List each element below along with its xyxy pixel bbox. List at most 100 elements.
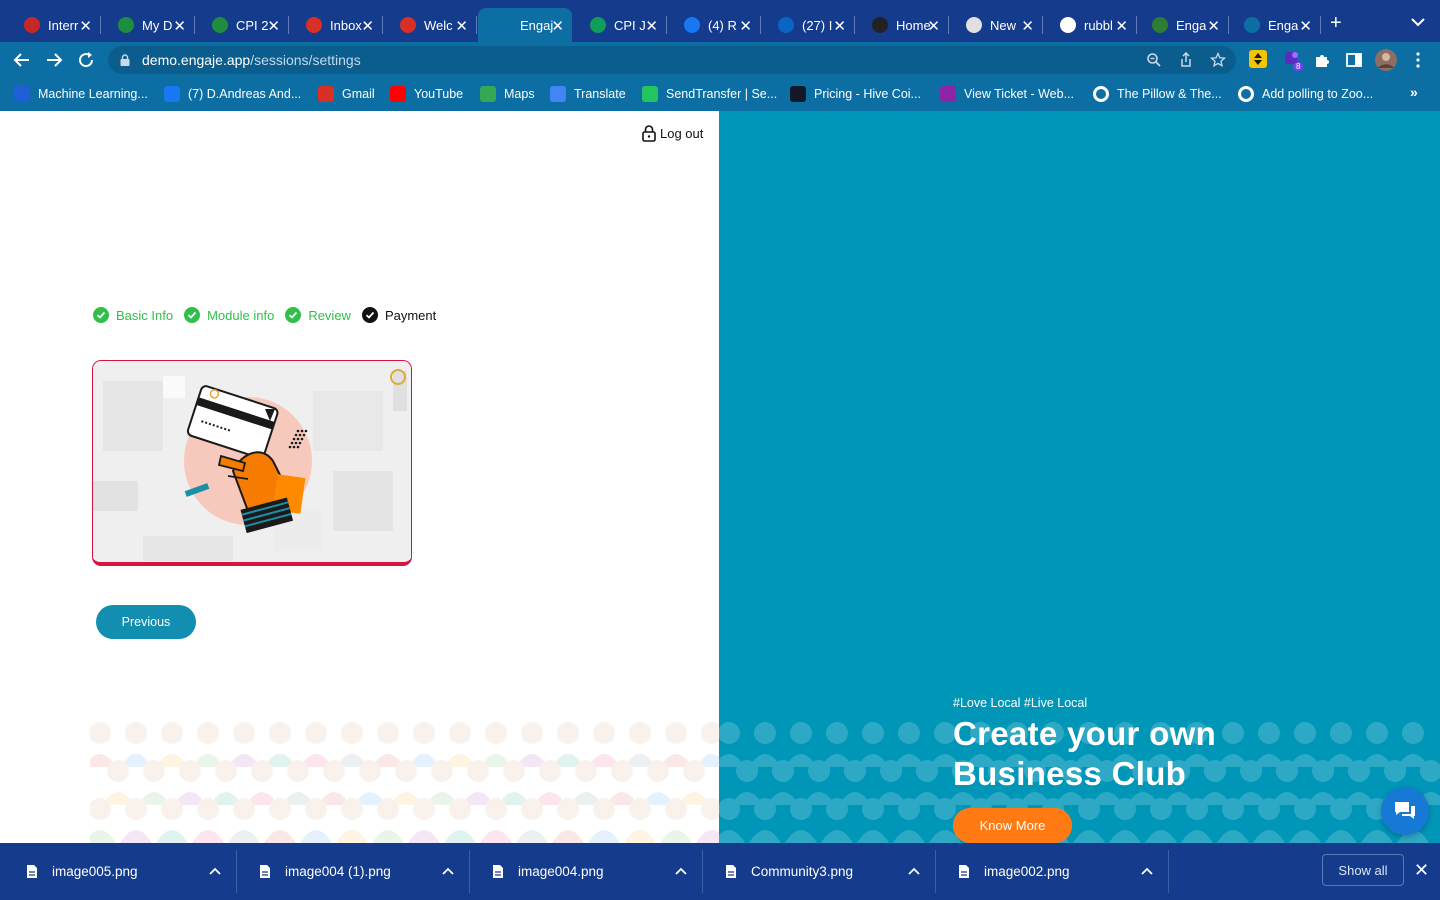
extension-badge[interactable]: 8	[1283, 50, 1304, 72]
browser-tab[interactable]: New ✕	[948, 8, 1043, 42]
side-panel-icon[interactable]	[1345, 51, 1363, 69]
tab-title: Welc	[424, 17, 453, 33]
tab-separator	[476, 16, 477, 34]
browser-tab[interactable]: Enga ✕	[1226, 8, 1321, 42]
reload-button[interactable]	[74, 48, 98, 72]
close-tab-icon[interactable]: ✕	[833, 17, 846, 35]
crowd-figure-head	[1240, 760, 1262, 782]
share-icon[interactable]	[1178, 52, 1194, 68]
close-tab-icon[interactable]: ✕	[173, 17, 186, 35]
crowd-figure-body	[749, 830, 781, 843]
close-tab-icon[interactable]: ✕	[1021, 17, 1034, 35]
download-item[interactable]: image004 (1).png	[237, 850, 470, 893]
bookmark-item[interactable]: Maps	[480, 85, 535, 103]
browser-menu-icon[interactable]	[1410, 51, 1426, 69]
crowd-figure-body	[785, 830, 817, 843]
crowd-figure-head	[862, 722, 884, 744]
bookmark-item[interactable]: Translate	[550, 85, 626, 103]
previous-button[interactable]: Previous	[96, 605, 196, 639]
gauge-icon	[24, 17, 40, 33]
download-item[interactable]: image004.png	[470, 850, 703, 893]
close-tab-icon[interactable]: ✕	[1115, 17, 1128, 35]
bookmark-label: Gmail	[342, 87, 375, 101]
web-page: Log out Basic Info Module info Review Pa…	[0, 111, 1440, 843]
chevron-up-icon[interactable]	[908, 863, 920, 879]
close-tab-icon[interactable]: ✕	[927, 17, 940, 35]
browser-tab[interactable]: rubbl ✕	[1042, 8, 1137, 42]
close-tab-icon[interactable]: ✕	[645, 17, 658, 35]
bookmark-item[interactable]: The Pillow & The...	[1093, 85, 1222, 103]
bookmark-item[interactable]: YouTube	[390, 85, 463, 103]
bookmark-label: YouTube	[414, 87, 464, 101]
download-item[interactable]: Community3.png	[703, 850, 936, 893]
crowd-figure-head	[341, 722, 363, 744]
chevron-up-icon[interactable]	[442, 863, 454, 879]
close-tab-icon[interactable]: ✕	[361, 17, 374, 35]
close-tab-icon[interactable]: ✕	[267, 17, 280, 35]
browser-tab[interactable]: Home ✕	[854, 8, 949, 42]
browser-tab[interactable]: CPI J ✕	[572, 8, 667, 42]
browser-tab[interactable]: CPI 2 ✕	[194, 8, 289, 42]
tab-search-chevron-icon[interactable]	[1410, 15, 1426, 29]
crowd-figure-head	[1258, 722, 1280, 744]
step-payment[interactable]: Payment	[361, 307, 436, 323]
bookmark-item[interactable]: Add polling to Zoo...	[1238, 85, 1373, 103]
crowd-figure-head	[575, 760, 597, 782]
new-tab-button[interactable]: +	[1330, 12, 1342, 35]
bookmark-item[interactable]: SendTransfer | Se...	[642, 85, 777, 103]
close-tab-icon[interactable]: ✕	[551, 17, 564, 35]
gmail-icon	[306, 17, 322, 33]
bookmark-label: Add polling to Zoo...	[1262, 87, 1374, 101]
chevron-up-icon[interactable]	[1141, 863, 1153, 879]
extension-honey-icon[interactable]	[1249, 50, 1267, 68]
address-bar[interactable]: demo.engaje.app/sessions/settings	[108, 46, 1236, 74]
bookmark-item[interactable]: Machine Learning...	[14, 85, 148, 103]
back-button[interactable]	[10, 48, 34, 72]
bookmarks-overflow-chevron-icon[interactable]: »	[1410, 84, 1418, 100]
browser-tab[interactable]: Interr ✕	[6, 8, 101, 42]
browser-tab[interactable]: Inbox ✕	[288, 8, 383, 42]
step-basic-info[interactable]: Basic Info	[93, 307, 173, 323]
forward-button[interactable]	[42, 48, 66, 72]
profile-avatar-icon[interactable]	[1375, 49, 1397, 71]
bookmark-star-icon[interactable]	[1210, 52, 1226, 68]
step-review[interactable]: Review	[285, 307, 351, 323]
crowd-figure-head	[665, 798, 687, 820]
crowd-figure-head	[557, 798, 579, 820]
download-item[interactable]: image002.png	[936, 850, 1169, 893]
step-label: Module info	[207, 307, 275, 323]
download-item[interactable]: image005.png	[4, 850, 237, 893]
bookmark-item[interactable]: (7) D.Andreas And...	[164, 85, 301, 103]
step-module-info[interactable]: Module info	[184, 307, 274, 323]
extensions-puzzle-icon[interactable]	[1313, 51, 1331, 69]
close-tab-icon[interactable]: ✕	[1207, 17, 1220, 35]
payment-option-card[interactable]	[92, 360, 412, 566]
browser-tab[interactable]: Welc ✕	[382, 8, 477, 42]
crowd-figure-body	[480, 830, 512, 843]
google-icon	[1060, 17, 1076, 33]
browser-tab[interactable]: (27) I ✕	[760, 8, 855, 42]
bookmark-item[interactable]: Pricing - Hive Coi...	[790, 85, 921, 103]
bookmark-item[interactable]: Gmail	[318, 85, 375, 103]
know-more-button[interactable]: Know More	[953, 808, 1072, 843]
close-tab-icon[interactable]: ✕	[79, 17, 92, 35]
close-downloads-icon[interactable]: ✕	[1414, 860, 1429, 881]
browser-tab[interactable]: Enga ✕	[1134, 8, 1229, 42]
close-tab-icon[interactable]: ✕	[455, 17, 468, 35]
browser-tab[interactable]: (4) R ✕	[666, 8, 761, 42]
chevron-up-icon[interactable]	[209, 863, 221, 879]
file-icon	[493, 865, 503, 878]
crowd-figure-body	[660, 830, 692, 843]
logout-button[interactable]: Log out	[642, 125, 703, 142]
zoom-icon[interactable]	[1146, 52, 1162, 68]
close-tab-icon[interactable]: ✕	[1299, 17, 1312, 35]
crowd-figure-head	[665, 722, 687, 744]
chat-widget-button[interactable]	[1381, 787, 1429, 835]
close-tab-icon[interactable]: ✕	[739, 17, 752, 35]
bookmark-item[interactable]: View Ticket - Web...	[940, 85, 1074, 103]
browser-tab[interactable]: My D ✕	[100, 8, 195, 42]
show-all-downloads-button[interactable]: Show all	[1322, 854, 1404, 886]
chevron-up-icon[interactable]	[675, 863, 687, 879]
crowd-figure-body	[552, 830, 584, 843]
browser-tab[interactable]: Engaj ✕	[478, 8, 572, 42]
